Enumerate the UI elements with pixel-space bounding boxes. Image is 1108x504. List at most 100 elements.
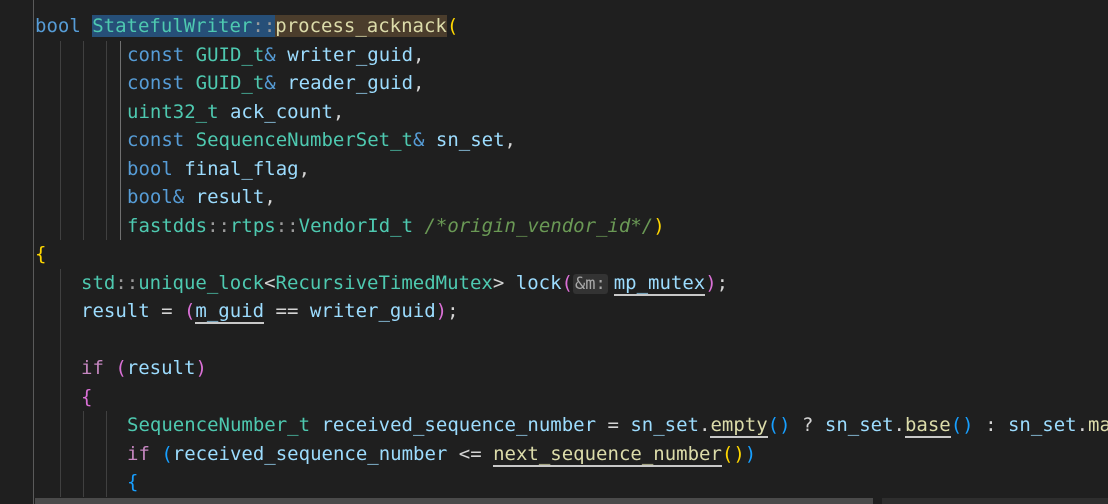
indent-guide	[106, 40, 107, 240]
code-token: unique_lock	[138, 271, 265, 294]
code-token: ::	[207, 214, 230, 237]
code-token: empty	[710, 414, 768, 438]
code-token: ,	[504, 129, 516, 151]
code-token: const	[127, 72, 185, 94]
code-token: ,	[298, 157, 311, 180]
code-token: &	[264, 43, 276, 66]
code-line[interactable]: {	[127, 468, 138, 496]
code-token: {	[127, 471, 139, 493]
code-token: ?	[790, 414, 825, 436]
code-line[interactable]: {	[81, 383, 92, 411]
code-line[interactable]: bool& result,	[127, 183, 276, 211]
code-token: result	[81, 300, 150, 322]
code-token: m_guid	[195, 300, 265, 324]
code-token: bool	[127, 186, 173, 208]
code-token: ==	[264, 300, 310, 322]
code-token: ,	[264, 186, 276, 208]
code-token: result	[126, 357, 196, 379]
code-token: >	[492, 271, 505, 294]
code-token: .	[893, 414, 905, 436]
code-token: :	[973, 414, 1008, 436]
code-token: )	[653, 214, 665, 237]
code-token: fastdds	[127, 214, 208, 237]
code-token: (	[115, 357, 127, 379]
code-token: sn_set	[435, 129, 505, 151]
editor-left-border	[33, 0, 34, 504]
code-token: =	[149, 300, 184, 322]
code-token: )	[195, 357, 207, 379]
code-token: /*origin_vendor_id*/	[424, 214, 654, 237]
code-token: lock	[515, 271, 562, 294]
horizontal-scrollbar-track[interactable]	[882, 498, 1108, 504]
code-token: ()	[721, 442, 745, 465]
code-token: ()	[950, 414, 974, 436]
code-line[interactable]: const GUID_t& writer_guid,	[127, 41, 425, 69]
code-token: sn_set	[630, 414, 699, 436]
indent-guide	[106, 411, 107, 497]
code-token: received_sequence_number	[321, 414, 597, 436]
code-token: ;	[447, 300, 459, 322]
code-line[interactable]: std::unique_lock<RecursiveTimedMutex> lo…	[81, 269, 728, 297]
indent-guide	[120, 40, 121, 240]
code-line[interactable]: fastdds::rtps::VendorId_t /*origin_vendo…	[127, 212, 665, 240]
code-token: next_sequence_number	[493, 442, 722, 467]
code-line[interactable]: SequenceNumber_t received_sequence_numbe…	[127, 411, 1108, 439]
code-token: ,	[413, 43, 425, 66]
code-token: writer_guid	[287, 43, 414, 66]
code-line[interactable]: result = (m_guid == writer_guid);	[81, 297, 459, 325]
code-token: mp_mutex	[613, 271, 706, 296]
horizontal-scrollbar-thumb[interactable]	[35, 498, 873, 504]
indent-guide	[60, 268, 61, 497]
code-token: (	[161, 442, 173, 465]
code-line[interactable]: if (received_sequence_number <= next_seq…	[127, 440, 756, 468]
code-token: <=	[447, 442, 494, 465]
code-token: <	[264, 271, 276, 294]
code-token: bool	[35, 15, 81, 37]
code-token: SequenceNumberSet_t	[195, 129, 413, 151]
code-line[interactable]: if (result)	[81, 354, 207, 382]
code-editor[interactable]: bool StatefulWriter::process_acknack(con…	[0, 0, 1108, 504]
code-token: if	[127, 442, 150, 465]
code-token: &	[172, 186, 185, 208]
code-token: &	[264, 72, 276, 94]
code-line[interactable]: const SequenceNumberSet_t& sn_set,	[127, 126, 516, 154]
code-token: (	[561, 271, 573, 294]
code-token: max	[1088, 414, 1108, 436]
code-token: ack_count	[229, 100, 333, 123]
code-token: GUID_t	[195, 43, 265, 66]
code-token: received_sequence_number	[172, 442, 448, 465]
code-line[interactable]: const GUID_t& reader_guid,	[127, 69, 425, 97]
code-token: base	[904, 414, 951, 438]
code-line[interactable]: {	[35, 240, 46, 268]
code-token: .	[699, 414, 711, 436]
code-token: reader_guid	[287, 72, 414, 94]
indent-guide	[83, 411, 84, 497]
code-token: rtps	[229, 214, 276, 237]
code-token: bool	[127, 157, 173, 180]
code-line[interactable]: bool StatefulWriter::process_acknack(	[35, 12, 458, 40]
indent-guide	[83, 40, 84, 240]
inlay-hint: &m:	[572, 273, 608, 294]
indent-guide	[60, 40, 61, 240]
code-token: std	[81, 271, 116, 294]
code-token: ,	[332, 100, 345, 123]
code-token: const	[127, 129, 185, 151]
code-token: process_acknack	[275, 15, 447, 37]
code-line[interactable]: bool final_flag,	[127, 155, 310, 183]
code-token: RecursiveTimedMutex	[275, 271, 493, 294]
code-token: const	[127, 43, 185, 66]
code-token: ()	[767, 414, 791, 436]
code-line[interactable]: uint32_t ack_count,	[127, 98, 344, 126]
code-token: StatefulWriter	[92, 15, 253, 37]
code-token: &	[413, 129, 425, 151]
code-token: writer_guid	[309, 300, 436, 322]
